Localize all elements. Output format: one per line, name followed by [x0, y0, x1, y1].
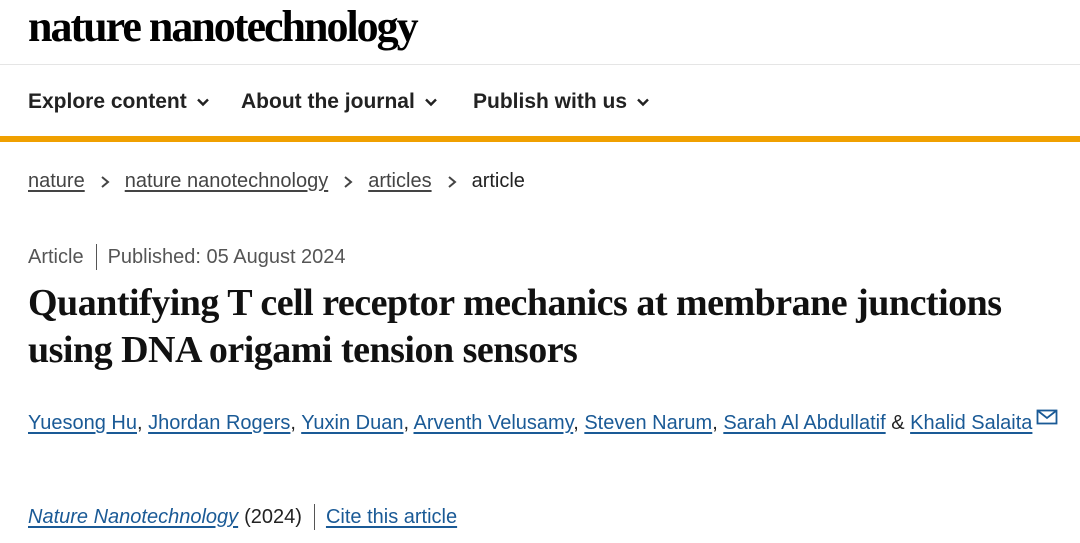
cite-divider — [313, 504, 315, 530]
nav-publish-with-us[interactable]: Publish with us — [473, 90, 650, 114]
nav-explore-content[interactable]: Explore content — [28, 90, 210, 114]
author-separator: , — [573, 412, 585, 434]
meta-divider — [95, 244, 97, 270]
chevron-down-icon — [424, 98, 437, 107]
author-separator: , — [712, 412, 724, 434]
author-separator: , — [136, 412, 149, 434]
author-list: Yuesong Hu, Jhordan Rogers, Yuxin Duan, … — [28, 404, 1068, 442]
article-title: Quantifying T cell receptor mechanics at… — [28, 282, 1002, 371]
author-link[interactable]: Khalid Salaita — [910, 412, 1032, 434]
cite-article-link[interactable]: Cite this article — [326, 506, 457, 529]
site-logo[interactable]: nature nanotechnology — [28, 1, 419, 52]
author-link[interactable]: Arventh Velusamy — [414, 412, 574, 434]
nav-label: About the journal — [241, 90, 415, 113]
breadcrumb: nature nature nanotechnology articles ar… — [28, 170, 525, 193]
breadcrumb-link-articles[interactable]: articles — [368, 170, 431, 193]
breadcrumb-current: article — [471, 170, 525, 192]
author-separator: , — [290, 412, 302, 434]
nav-label: Explore content — [28, 90, 187, 113]
author-link[interactable]: Jhordan Rogers — [148, 412, 290, 434]
citation-line: Nature Nanotechnology (2024) Cite this a… — [28, 504, 457, 530]
chevron-right-icon — [101, 175, 110, 188]
breadcrumb-link-journal[interactable]: nature nanotechnology — [125, 170, 329, 193]
author-link[interactable]: Steven Narum — [584, 412, 712, 434]
author-link[interactable]: Yuesong Hu — [28, 412, 137, 434]
chevron-down-icon — [637, 98, 649, 107]
masthead: nature nanotechnology — [0, 0, 1080, 65]
breadcrumb-link-nature[interactable]: nature — [28, 170, 85, 193]
chevron-down-icon — [196, 98, 209, 107]
chevron-right-icon — [447, 175, 457, 188]
article-meta: Article Published: 05 August 2024 — [28, 244, 346, 270]
publish-date: Published: 05 August 2024 — [107, 245, 346, 268]
journal-link[interactable]: Nature Nanotechnology — [28, 506, 238, 529]
author-link[interactable]: Yuxin Duan — [301, 412, 403, 434]
nav-label: Publish with us — [473, 90, 628, 113]
author-separator: , — [403, 412, 414, 434]
author-link[interactable]: Sarah Al Abdullatif — [723, 412, 885, 434]
publication-year: (2024) — [244, 505, 302, 528]
chevron-right-icon — [344, 175, 353, 188]
author-separator: & — [885, 412, 911, 434]
envelope-icon[interactable] — [1036, 409, 1058, 425]
main-nav: Explore content About the journal Publis… — [0, 65, 1080, 142]
nav-about-journal[interactable]: About the journal — [241, 90, 438, 114]
article-type: Article — [28, 245, 84, 268]
